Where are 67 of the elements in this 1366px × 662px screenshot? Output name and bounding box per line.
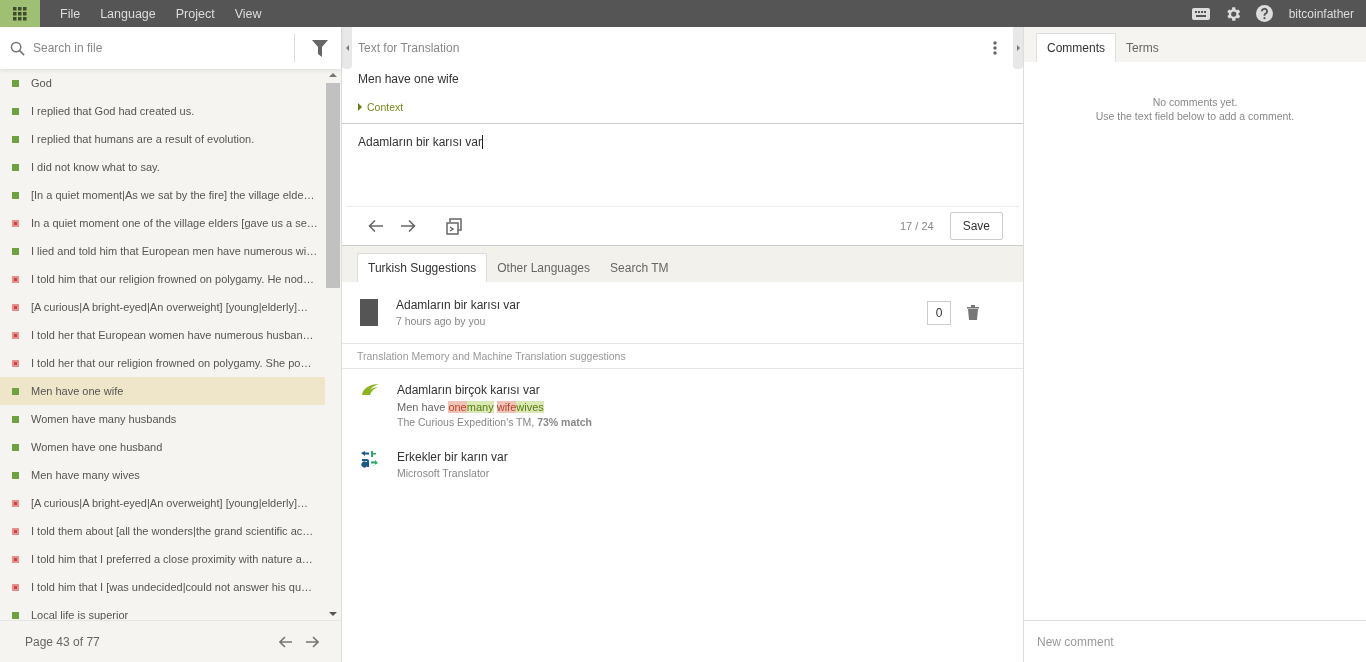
string-list-item[interactable]: Women have many husbands xyxy=(0,405,325,433)
empty-state-text: Use the text field below to add a comment. xyxy=(1094,109,1296,123)
apps-button[interactable] xyxy=(0,0,40,27)
string-list-item[interactable]: I told him that I [was undecided|could not answer his qu… xyxy=(0,573,325,601)
previous-page-arrow-icon[interactable] xyxy=(279,635,293,648)
string-counter: 17 / 24 xyxy=(900,220,934,232)
menu-item[interactable]: View xyxy=(224,6,272,21)
source-diff-text: Men have onemany wifewives xyxy=(397,401,545,413)
string-list-item[interactable]: Men have one wife xyxy=(0,377,325,405)
menu-item[interactable]: Project xyxy=(165,6,225,21)
string-list-item[interactable]: [A curious|A bright-eyed|An overweight] [young|elderly]… xyxy=(0,489,325,517)
suggestion-text[interactable]: Adamların birçok karısı var xyxy=(397,383,592,397)
string-list-item[interactable]: In a quiet moment one of the village elders [gave us a se… xyxy=(0,209,325,237)
tab[interactable]: Search TM xyxy=(600,253,679,282)
empty-state-text: No comments yet. xyxy=(1151,95,1239,109)
suggestion-meta: 7 hours ago by you xyxy=(396,315,487,327)
next-arrow-icon[interactable] xyxy=(400,219,416,233)
string-list-item[interactable]: I told her that European women have numerous husban… xyxy=(0,321,325,349)
tab[interactable]: Comments xyxy=(1036,33,1116,62)
suggestion-text[interactable]: Adamların bir karısı var xyxy=(396,298,927,312)
grid-icon xyxy=(13,6,27,21)
context-toggle[interactable]: Context xyxy=(342,91,420,123)
search-field[interactable]: Search in file xyxy=(31,40,281,56)
string-list-item[interactable]: I replied that humans are a result of evolution. xyxy=(0,125,325,153)
string-list-item[interactable]: I did not know what to say. xyxy=(0,153,325,181)
copy-icon[interactable] xyxy=(446,217,462,235)
string-list-item[interactable]: I replied that God had created us. xyxy=(0,97,325,125)
string-list-item[interactable]: I told him that our religion frowned on polygamy. He nod… xyxy=(0,265,325,293)
tab[interactable]: Turkish Suggestions xyxy=(357,253,488,282)
keyboard-icon[interactable] xyxy=(1191,7,1210,20)
suggestion-text[interactable]: Erkekler bir karın var xyxy=(397,450,508,464)
save-button[interactable]: Save xyxy=(949,212,1003,240)
string-list-item[interactable]: God xyxy=(0,69,325,97)
source-text: Men have one wife xyxy=(357,71,460,88)
vote-count[interactable]: 0 xyxy=(927,300,951,325)
string-list-item[interactable]: [A curious|A bright-eyed|An overweight] [young|elderly]… xyxy=(0,293,325,321)
section-heading: Translation Memory and Machine Translation suggestions xyxy=(342,344,1023,369)
menu-item[interactable]: File xyxy=(50,6,91,21)
string-list-item[interactable]: I told them about [all the wonders|the grand scientific ac… xyxy=(0,517,325,545)
page-indicator: Page 43 of 77 xyxy=(25,634,100,649)
search-icon xyxy=(10,40,25,56)
string-list-item[interactable]: I lied and told him that European men have numerous wi… xyxy=(0,237,325,265)
string-list-item[interactable]: Women have one husband xyxy=(0,433,325,461)
string-list-item[interactable]: Men have many wives xyxy=(0,461,325,489)
suggestion-source: Microsoft Translator xyxy=(397,467,491,479)
filter-icon[interactable] xyxy=(312,39,328,57)
translation-field[interactable]: Adamların bir karısı var xyxy=(342,123,1023,206)
string-list-item[interactable]: I told him that I preferred a close proximity with nature a… xyxy=(0,545,325,573)
collapse-right-handle[interactable] xyxy=(1013,27,1023,69)
user-name[interactable]: bitcoinfather xyxy=(1288,6,1354,21)
search-bar[interactable]: Search in file xyxy=(0,27,341,69)
suggestion-source: The Curious Expedition's TM, 73% match xyxy=(397,416,592,428)
help-icon[interactable] xyxy=(1255,5,1273,22)
collapse-left-handle[interactable] xyxy=(342,27,352,69)
next-page-arrow-icon[interactable] xyxy=(305,635,319,648)
tab[interactable]: Terms xyxy=(1116,33,1169,62)
tab[interactable]: Other Languages xyxy=(487,253,601,282)
more-options-icon[interactable] xyxy=(993,41,997,55)
previous-arrow-icon[interactable] xyxy=(368,219,384,233)
translate-logo-icon xyxy=(360,450,378,468)
trash-icon[interactable] xyxy=(967,305,979,320)
avatar-photo-placeholder xyxy=(360,299,378,326)
string-list-item[interactable]: I told her that our religion frowned on polygamy. She po… xyxy=(0,349,325,377)
string-list-item[interactable]: [In a quiet moment|As we sat by the fire] the village elde… xyxy=(0,181,325,209)
panel-title: Text for Translation xyxy=(358,41,461,55)
swoosh-logo-icon xyxy=(360,383,380,397)
menu-item[interactable]: Language xyxy=(90,6,166,21)
